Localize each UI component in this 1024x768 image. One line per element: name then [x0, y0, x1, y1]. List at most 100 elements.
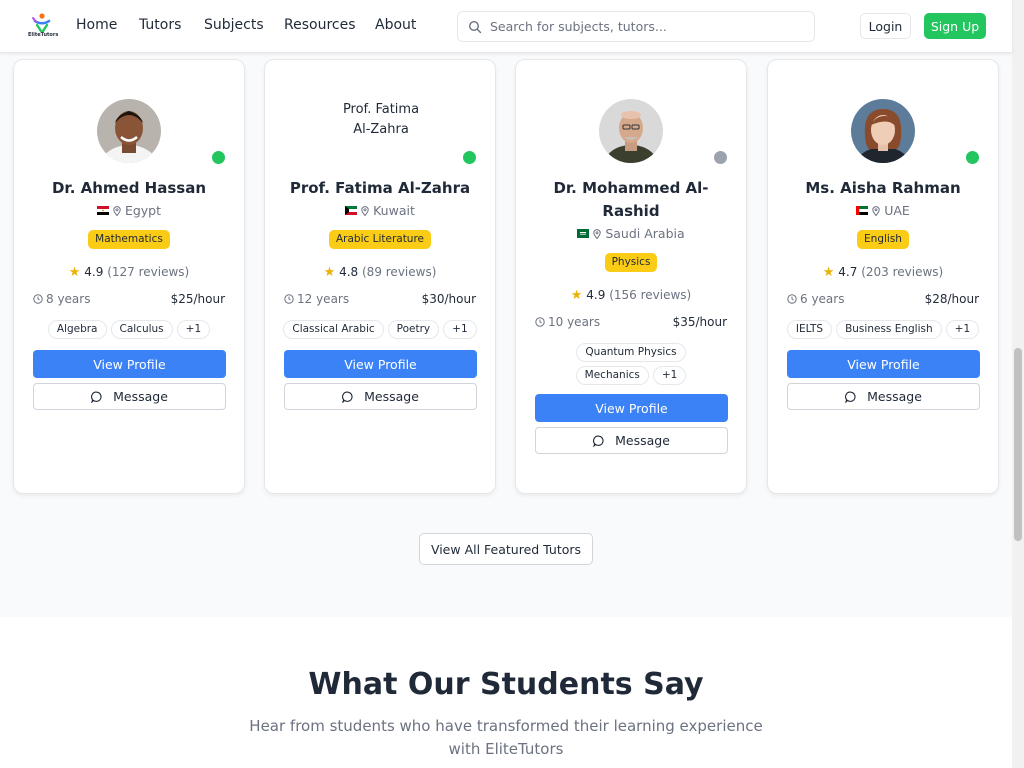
- subject-badge: Arabic Literature: [265, 227, 495, 249]
- section-title: What Our Students Say: [308, 667, 704, 702]
- message-label: Message: [615, 433, 670, 448]
- nav-link-subjects[interactable]: Subjects: [204, 17, 264, 33]
- tag: Quantum Physics: [576, 343, 686, 362]
- flag-kuwait-icon: [345, 206, 358, 215]
- navbar: EliteTutors Home Tutors Subjects Resourc…: [0, 0, 1012, 53]
- tutor-location: UAE: [768, 203, 998, 218]
- rating: ★ 4.9 (156 reviews): [516, 288, 746, 303]
- country-label: Egypt: [124, 203, 162, 218]
- rating-value: 4.9: [84, 265, 104, 279]
- status-online-indicator: [210, 149, 227, 166]
- view-profile-button[interactable]: View Profile: [535, 394, 728, 422]
- tutor-card: Dr. Ahmed Hassan Egypt Mathematics ★ 4.9…: [13, 59, 245, 494]
- star-icon: ★: [323, 265, 336, 280]
- message-icon: [91, 391, 102, 403]
- hourly-rate: $30/hour: [421, 292, 476, 306]
- review-count: (203 reviews): [861, 265, 944, 279]
- message-icon: [342, 391, 353, 403]
- tag-list: Algebra Calculus +1: [24, 320, 234, 339]
- star-icon: ★: [68, 265, 81, 280]
- location-pin-icon: [872, 205, 880, 216]
- tag-more: +1: [176, 320, 211, 339]
- hourly-rate: $28/hour: [924, 292, 979, 306]
- subject-badge: Physics: [516, 250, 746, 272]
- status-offline-indicator: [712, 149, 729, 166]
- location-pin-icon: [113, 205, 121, 216]
- tutor-meta: 6 years $28/hour: [787, 292, 979, 306]
- tutor-name: Dr. Mohammed Al-Rashid: [553, 179, 709, 220]
- section-subtitle: Hear from students who have transformed …: [249, 717, 763, 758]
- subject-label: Mathematics: [88, 230, 170, 249]
- logo[interactable]: EliteTutors: [28, 11, 59, 41]
- rating-value: 4.7: [838, 265, 858, 279]
- nav-link-tutors[interactable]: Tutors: [139, 17, 181, 33]
- message-label: Message: [364, 389, 419, 404]
- star-icon: ★: [570, 288, 583, 303]
- message-icon: [845, 391, 856, 403]
- tag-more: +1: [652, 366, 687, 385]
- status-online-indicator: [964, 149, 981, 166]
- scrollbar-thumb[interactable]: [1014, 348, 1022, 541]
- message-label: Message: [113, 389, 168, 404]
- clock-icon: [284, 294, 294, 304]
- nav-link-home[interactable]: Home: [76, 17, 117, 33]
- subject-label: English: [857, 230, 909, 249]
- experience: 8 years: [33, 292, 90, 306]
- flag-egypt-icon: [96, 206, 109, 215]
- signup-button[interactable]: Sign Up: [924, 13, 986, 39]
- location-pin-icon: [361, 205, 369, 216]
- rating: ★ 4.9 (127 reviews): [14, 265, 244, 280]
- tag: Calculus: [110, 320, 173, 339]
- tutor-card: Prof. Fatima Al-Zahra Prof. Fatima Al-Za…: [264, 59, 496, 494]
- view-all-tutors-button[interactable]: View All Featured Tutors: [419, 533, 593, 565]
- tutor-location: Egypt: [14, 203, 244, 218]
- tutor-meta: 10 years $35/hour: [535, 315, 727, 329]
- rating-value: 4.9: [586, 288, 606, 302]
- avatar-broken-image: Prof. Fatima Al-Zahra: [336, 100, 426, 139]
- tag-more: +1: [945, 320, 980, 339]
- country-label: Saudi Arabia: [605, 226, 685, 241]
- clock-icon: [33, 294, 43, 304]
- tag: Mechanics: [575, 366, 649, 385]
- subject-badge: Mathematics: [14, 227, 244, 249]
- avatar: [97, 99, 161, 163]
- rating: ★ 4.8 (89 reviews): [265, 265, 495, 280]
- search-icon: [468, 20, 482, 34]
- tutor-meta: 12 years $30/hour: [284, 292, 476, 306]
- message-button[interactable]: Message: [284, 383, 477, 410]
- country-label: UAE: [884, 203, 910, 218]
- experience: 6 years: [787, 292, 844, 306]
- testimonials-section: What Our Students Say Hear from students…: [0, 617, 1012, 768]
- message-button[interactable]: Message: [787, 383, 980, 410]
- tag: Classical Arabic: [283, 320, 384, 339]
- tutor-meta: 8 years $25/hour: [33, 292, 225, 306]
- view-profile-button[interactable]: View Profile: [33, 350, 226, 378]
- review-count: (89 reviews): [362, 265, 437, 279]
- tag: Poetry: [387, 320, 440, 339]
- experience: 10 years: [535, 315, 600, 329]
- flag-saudi-arabia-icon: [577, 229, 590, 238]
- subject-label: Arabic Literature: [328, 230, 432, 249]
- tutor-name: Prof. Fatima Al-Zahra: [289, 179, 471, 197]
- message-button[interactable]: Message: [33, 383, 226, 410]
- experience-label: 8 years: [46, 292, 91, 306]
- tag-list: Classical Arabic Poetry +1: [275, 320, 485, 339]
- tag-more: +1: [443, 320, 477, 339]
- nav-link-about[interactable]: About: [375, 17, 416, 33]
- login-button[interactable]: Login: [860, 13, 911, 39]
- review-count: (156 reviews): [609, 288, 692, 302]
- tutor-name: Ms. Aisha Rahman: [805, 179, 961, 197]
- search-input[interactable]: [490, 12, 800, 41]
- avatar-alt-text: Prof. Fatima Al-Zahra: [342, 102, 420, 137]
- status-online-indicator: [461, 149, 478, 166]
- tag: IELTS: [786, 320, 833, 339]
- scrollbar[interactable]: [1012, 0, 1024, 768]
- message-icon: [593, 435, 604, 447]
- view-profile-button[interactable]: View Profile: [787, 350, 980, 378]
- avatar: [599, 99, 663, 163]
- view-profile-button[interactable]: View Profile: [284, 350, 477, 378]
- message-button[interactable]: Message: [535, 427, 728, 454]
- tutor-card: Dr. Mohammed Al-Rashid Saudi Arabia Phys…: [515, 59, 747, 494]
- nav-link-resources[interactable]: Resources: [284, 17, 356, 33]
- logo-text: EliteTutors: [28, 32, 59, 38]
